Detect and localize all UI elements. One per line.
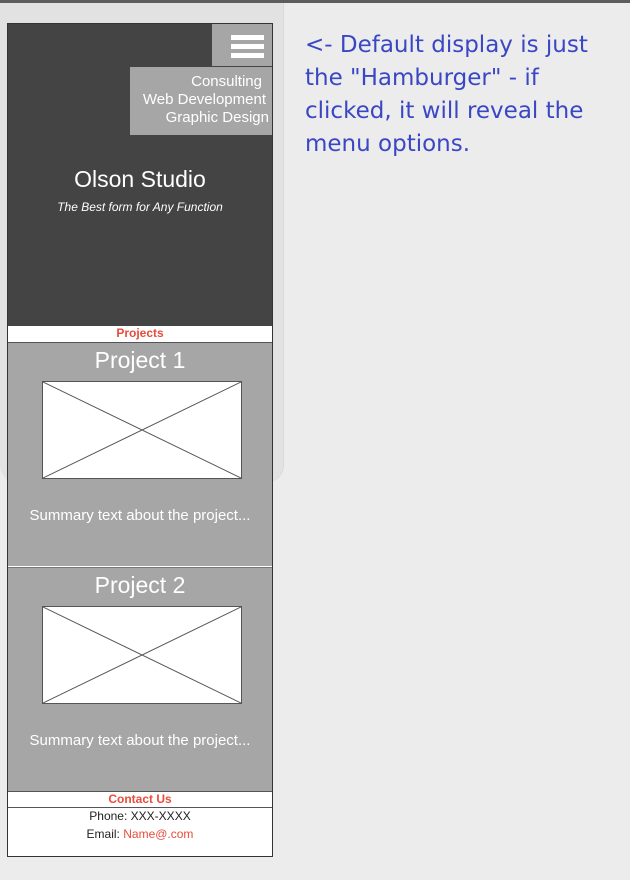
contact-phone: Phone: XXX-XXXX <box>8 809 272 824</box>
project-card[interactable]: Project 1 Summary text about the project… <box>8 343 272 566</box>
menu-item-web-development[interactable]: Web Development <box>143 91 266 109</box>
project-image-placeholder <box>42 606 242 704</box>
hamburger-icon-bar <box>231 44 264 49</box>
hamburger-icon-bar <box>231 53 264 58</box>
hero-section: Consulting Web Development Graphic Desig… <box>8 24 272 326</box>
hamburger-icon <box>231 35 264 40</box>
hamburger-menu-button[interactable] <box>212 24 272 66</box>
nav-menu: Consulting Web Development Graphic Desig… <box>130 67 272 135</box>
project-title: Project 2 <box>94 572 186 598</box>
projects-section-label[interactable]: Projects <box>8 326 272 343</box>
menu-item-graphic-design[interactable]: Graphic Design <box>166 109 269 127</box>
contact-email: Email: Name@.com <box>8 827 272 842</box>
project-image-placeholder <box>42 381 242 479</box>
contact-section-label[interactable]: Contact Us <box>8 791 272 808</box>
email-link[interactable]: Name@.com <box>123 827 193 841</box>
site-title: Olson Studio <box>74 166 206 192</box>
site-tagline: The Best form for Any Function <box>57 200 223 214</box>
email-label: Email: <box>86 827 120 841</box>
project-summary: Summary text about the project... <box>29 507 251 524</box>
mobile-wireframe: Consulting Web Development Graphic Desig… <box>7 23 273 857</box>
menu-item-consulting[interactable]: Consulting <box>191 73 262 91</box>
project-card[interactable]: Project 2 Summary text about the project… <box>8 567 272 791</box>
project-title: Project 1 <box>94 347 186 373</box>
project-summary: Summary text about the project... <box>29 732 251 749</box>
phone-value: XXX-XXXX <box>130 809 191 823</box>
phone-label: Phone: <box>89 809 128 823</box>
annotation-note: <- Default display is just the "Hamburge… <box>305 32 588 157</box>
